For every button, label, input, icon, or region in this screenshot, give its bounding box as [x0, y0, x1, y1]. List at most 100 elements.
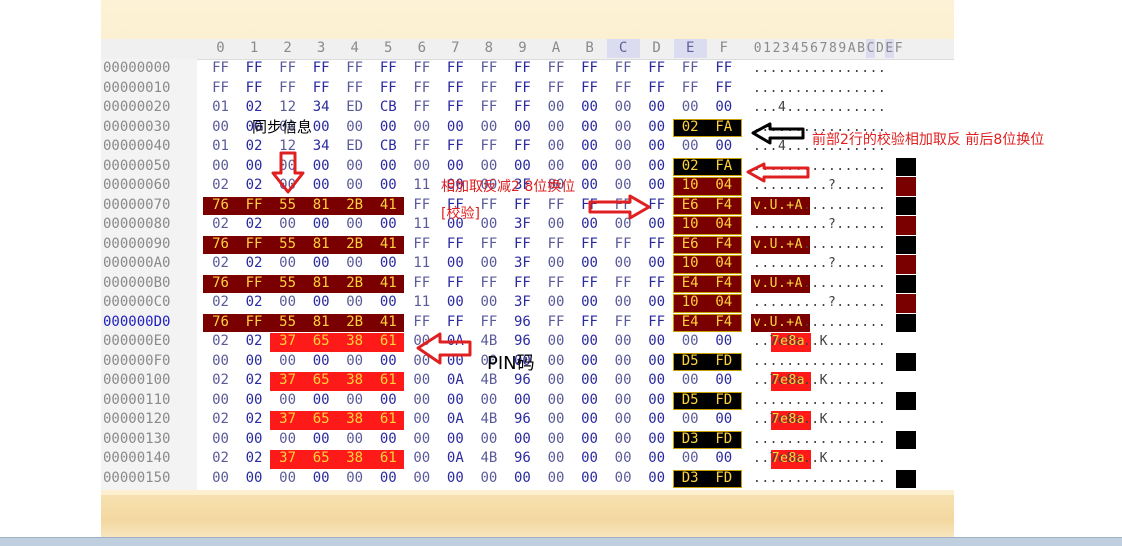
hex-byte[interactable]: FF [405, 274, 438, 293]
hex-byte[interactable]: 55 [271, 196, 304, 215]
hex-byte[interactable]: 00 [338, 352, 371, 371]
hex-byte[interactable]: 34 [305, 98, 338, 117]
hex-byte[interactable]: FF [607, 79, 640, 98]
hex-byte[interactable]: 00 [271, 215, 304, 234]
hex-byte[interactable]: 02 [238, 449, 271, 468]
hex-byte[interactable]: 00 [338, 157, 371, 176]
hex-byte[interactable]: 00 [204, 469, 237, 488]
hex-byte[interactable]: 02 [238, 98, 271, 117]
hex-byte[interactable]: 00 [439, 157, 472, 176]
hex-byte[interactable]: 96 [506, 313, 539, 332]
hex-byte[interactable]: 0A [439, 332, 472, 351]
hex-byte[interactable]: 00 [540, 469, 573, 488]
hex-byte[interactable]: 2B [338, 196, 371, 215]
hex-byte[interactable]: 00 [607, 371, 640, 390]
hex-byte[interactable]: 00 [305, 254, 338, 273]
hex-byte[interactable]: FF [472, 98, 505, 117]
hex-byte[interactable]: 00 [472, 293, 505, 312]
hex-byte[interactable]: 00 [305, 430, 338, 449]
hex-byte[interactable]: 00 [405, 157, 438, 176]
hex-byte[interactable]: 3F [506, 293, 539, 312]
hex-byte[interactable]: 00 [271, 176, 304, 195]
hex-byte[interactable]: 00 [674, 98, 707, 117]
ascii-text[interactable]: .........?...... [753, 254, 933, 273]
hex-byte[interactable]: 00 [305, 176, 338, 195]
hex-byte[interactable]: 00 [707, 410, 740, 429]
hex-byte[interactable]: 76 [204, 196, 237, 215]
hex-byte[interactable]: FF [204, 59, 237, 78]
hex-byte[interactable]: FF [439, 79, 472, 98]
hex-byte[interactable]: 02 [204, 215, 237, 234]
hex-byte[interactable]: 00 [607, 293, 640, 312]
hex-byte[interactable]: 00 [439, 469, 472, 488]
hex-byte[interactable]: 41 [372, 196, 405, 215]
hex-byte[interactable]: 4B [472, 449, 505, 468]
hex-byte[interactable]: 00 [338, 118, 371, 137]
hex-byte[interactable]: 02 [204, 176, 237, 195]
hex-byte[interactable]: 61 [372, 410, 405, 429]
hex-byte[interactable]: 00 [238, 391, 271, 410]
ascii-text[interactable]: .........?...... [753, 293, 933, 312]
hex-byte[interactable]: FF [238, 235, 271, 254]
hex-byte[interactable]: 00 [640, 215, 673, 234]
hex-byte[interactable]: 11 [405, 293, 438, 312]
hex-byte[interactable]: 00 [707, 371, 740, 390]
hex-byte[interactable]: 00 [372, 157, 405, 176]
hex-byte[interactable]: FF [238, 59, 271, 78]
hex-byte[interactable]: 4B [472, 410, 505, 429]
hex-byte[interactable]: 00 [573, 371, 606, 390]
column-header-0[interactable]: 0 [204, 39, 237, 58]
hex-byte[interactable]: 00 [573, 215, 606, 234]
hex-byte[interactable]: 02 [204, 449, 237, 468]
hex-byte[interactable]: 00 [573, 176, 606, 195]
hex-byte[interactable]: 00 [540, 98, 573, 117]
hex-byte[interactable]: FF [573, 235, 606, 254]
hex-byte[interactable]: FF [506, 196, 539, 215]
hex-byte[interactable]: 00 [439, 254, 472, 273]
hex-byte[interactable]: FF [540, 235, 573, 254]
hex-byte[interactable]: 81 [305, 235, 338, 254]
hex-byte[interactable]: 10 [674, 254, 707, 273]
hex-byte[interactable]: 37 [271, 371, 304, 390]
hex-byte[interactable]: 00 [238, 469, 271, 488]
hex-byte[interactable]: FF [238, 79, 271, 98]
hex-byte[interactable]: 00 [707, 137, 740, 156]
hex-byte[interactable]: 00 [573, 469, 606, 488]
hex-byte[interactable]: D5 [674, 352, 707, 371]
hex-byte[interactable]: 01 [204, 98, 237, 117]
hex-byte[interactable]: FF [506, 235, 539, 254]
hex-byte[interactable]: 00 [674, 410, 707, 429]
hex-byte[interactable]: 00 [573, 449, 606, 468]
hex-byte[interactable]: FF [405, 196, 438, 215]
hex-byte[interactable]: 00 [674, 449, 707, 468]
hex-byte[interactable]: 00 [506, 391, 539, 410]
hex-byte[interactable]: FF [405, 59, 438, 78]
column-header-2[interactable]: 2 [271, 39, 304, 58]
hex-editor[interactable]: 0123456789ABCDEF0123456789ABCDEF 0000000… [101, 39, 954, 490]
ascii-text[interactable]: ...4............ [753, 98, 933, 117]
hex-byte[interactable]: 02 [238, 215, 271, 234]
hex-byte[interactable]: FF [204, 79, 237, 98]
hex-byte[interactable]: FF [707, 79, 740, 98]
hex-byte[interactable]: 00 [305, 469, 338, 488]
hex-byte[interactable]: 02 [238, 254, 271, 273]
hex-byte[interactable]: FF [372, 59, 405, 78]
hex-byte[interactable]: 00 [271, 352, 304, 371]
hex-byte[interactable]: FF [405, 235, 438, 254]
hex-byte[interactable]: 00 [506, 430, 539, 449]
hex-byte[interactable]: FF [338, 59, 371, 78]
hex-byte[interactable]: 81 [305, 313, 338, 332]
hex-byte[interactable]: FF [506, 98, 539, 117]
hex-byte[interactable]: FF [472, 59, 505, 78]
hex-byte[interactable]: FF [506, 137, 539, 156]
hex-byte[interactable]: 00 [607, 352, 640, 371]
column-header-7[interactable]: 7 [439, 39, 472, 58]
hex-byte[interactable]: 00 [204, 118, 237, 137]
hex-byte[interactable]: FF [506, 79, 539, 98]
column-header-e[interactable]: E [673, 39, 707, 58]
hex-byte[interactable]: 00 [405, 332, 438, 351]
hex-byte[interactable]: 00 [305, 352, 338, 371]
hex-byte[interactable]: 00 [540, 157, 573, 176]
hex-byte[interactable]: 04 [707, 254, 740, 273]
column-header-1[interactable]: 1 [238, 39, 271, 58]
